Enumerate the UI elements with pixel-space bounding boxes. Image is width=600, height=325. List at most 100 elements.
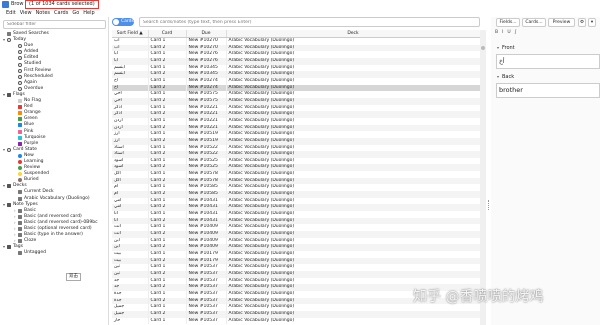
table-row[interactable]: تين Card 1 New #10537 Arabic Vocabulary (Du… — [112, 264, 480, 271]
table-row[interactable]: أبتسم Card 2 New #10345 Arabic Vocabulary (… — [112, 71, 480, 78]
table-cell: أبتسم — [112, 71, 149, 78]
table-cell: New #10274 — [186, 77, 227, 85]
table-cell: New #10519 — [186, 131, 227, 138]
format-icon[interactable]: ʃ — [515, 30, 517, 36]
table-row[interactable]: جد Card 1 New #10537 Arabic Vocabulary (Duo… — [112, 277, 480, 285]
table-row[interactable]: أسود Card 2 New #10525 Arabic Vocabulary (D… — [112, 164, 480, 172]
table-row[interactable]: أبتسم Card 1 New #10345 Arabic Vocabulary (… — [112, 64, 480, 72]
sidebar-filter-input[interactable] — [3, 20, 106, 29]
gear-icon[interactable]: ⚙ — [578, 18, 586, 27]
table-cell: Card 1 — [148, 131, 187, 138]
column-due[interactable]: Due — [186, 30, 227, 38]
table-row[interactable]: أبا Card 2 New #10276 Arabic Vocabulary (Du… — [112, 57, 480, 65]
app-icon — [2, 1, 9, 8]
table-cell: أسود — [112, 164, 149, 172]
table-cell: New #10537 — [186, 284, 227, 291]
table-row[interactable]: أم Card 2 New #10585 Arabic Vocabulary (Duo… — [112, 191, 480, 198]
table-row[interactable]: أخي Card 1 New #10575 Arabic Vocabulary (Du… — [112, 91, 480, 98]
front-field-input[interactable]: أخ — [496, 54, 600, 69]
table-row[interactable]: أنا Card 1 New #10431 Arabic Vocabulary (Du… — [112, 211, 480, 218]
table-row[interactable]: أنا Card 2 New #10431 Arabic Vocabulary (Du… — [112, 217, 480, 225]
table-cell: New #10578 — [186, 171, 227, 178]
table-row[interactable]: أسود Card 1 New #10525 Arabic Vocabulary (D… — [112, 157, 480, 165]
menu-edit[interactable]: Edit — [6, 9, 16, 17]
menu-bar: Edit View Notes Cards Go Help — [0, 9, 600, 17]
menu-cards[interactable]: Cards — [54, 9, 68, 17]
table-row[interactable]: أنت Card 2 New #10409 Arabic Vocabulary (Du… — [112, 231, 480, 238]
table-cell: Arabic Vocabulary (Duolingo) — [226, 217, 480, 225]
table-row[interactable]: جميل Card 2 New #10537 Arabic Vocabulary (D… — [112, 310, 480, 318]
table-row[interactable]: بيت Card 1 New #10179 Arabic Vocabulary (Du… — [112, 251, 480, 258]
table-cell: Arabic Vocabulary (Duolingo) — [226, 264, 480, 271]
table-row[interactable]: أخ Card 1 New #10274 Arabic Vocabulary (Duo… — [112, 77, 480, 85]
column-sort-field[interactable]: Sort Field ▲ — [112, 30, 149, 38]
table-row[interactable]: أذكر Card 2 New #10221 Arabic Vocabulary (D… — [112, 111, 480, 118]
table-cell: Card 2 — [148, 191, 187, 198]
pane-splitter-handle[interactable] — [488, 200, 490, 210]
search-input[interactable] — [139, 17, 480, 27]
menu-go[interactable]: Go — [72, 9, 79, 17]
table-scrollbar-thumb[interactable] — [481, 46, 485, 50]
table-row[interactable]: أستاذ Card 2 New #10522 Arabic Vocabulary (… — [112, 151, 480, 158]
menu-notes[interactable]: Notes — [36, 9, 50, 17]
table-row[interactable]: أب Card 1 New #10270 Arabic Vocabulary (Duo… — [112, 37, 480, 45]
table-cell: New #10409 — [186, 231, 227, 238]
table-row[interactable]: أذكر Card 1 New #10221 Arabic Vocabulary (D… — [112, 104, 480, 112]
column-card[interactable]: Card — [148, 30, 187, 38]
table-row[interactable]: تين Card 2 New #10537 Arabic Vocabulary (Du… — [112, 270, 480, 278]
table-cell: New #10179 — [186, 251, 227, 258]
table-cell: Arabic Vocabulary (Duolingo) — [226, 51, 480, 58]
back-field-input[interactable]: brother — [496, 83, 600, 98]
table-row[interactable]: بيت Card 2 New #10179 Arabic Vocabulary (Du… — [112, 257, 480, 265]
table-row[interactable]: أم Card 1 New #10585 Arabic Vocabulary (Duo… — [112, 184, 480, 192]
table-row[interactable]: أرز Card 1 New #10519 Arabic Vocabulary (Du… — [112, 131, 480, 138]
flag-icon — [7, 184, 11, 189]
table-cell: New #10431 — [186, 211, 227, 218]
table-cell: New #10409 — [186, 244, 227, 251]
table-row[interactable]: أب Card 2 New #10270 Arabic Vocabulary (Duo… — [112, 44, 480, 52]
table-row[interactable]: أمي Card 2 New #10431 Arabic Vocabulary (Du… — [112, 204, 480, 212]
table-row[interactable]: أردن Card 1 New #10221 Arabic Vocabulary (D… — [112, 117, 480, 125]
table-cell: أرز — [112, 131, 149, 138]
table-row[interactable]: أستاذ Card 1 New #10522 Arabic Vocabulary (… — [112, 144, 480, 152]
table-row[interactable]: أردن Card 2 New #10221 Arabic Vocabulary (D… — [112, 124, 480, 132]
table-row[interactable]: أين Card 1 New #10409 Arabic Vocabulary (Du… — [112, 237, 480, 245]
cards-notes-toggle[interactable]: Cards — [112, 18, 134, 26]
table-row[interactable]: أين Card 2 New #10409 Arabic Vocabulary (Du… — [112, 244, 480, 251]
flag-icon — [18, 251, 22, 256]
table-row[interactable]: أكل Card 2 New #10578 Arabic Vocabulary (Du… — [112, 177, 480, 185]
menu-view[interactable]: View — [20, 9, 32, 17]
italic-icon[interactable]: I — [502, 30, 503, 36]
cards-button[interactable]: Cards... — [522, 18, 546, 27]
table-cell: New #10221 — [186, 111, 227, 118]
clock-icon — [18, 62, 22, 67]
table-row[interactable]: أبا Card 1 New #10276 Arabic Vocabulary (Du… — [112, 51, 480, 58]
table-cell: أردن — [112, 117, 149, 125]
preview-button[interactable]: Preview — [548, 18, 575, 27]
table-cell: أين — [112, 237, 149, 245]
table-scrollbar[interactable] — [480, 30, 486, 325]
table-cell: Arabic Vocabulary (Duolingo) — [226, 104, 480, 112]
table-cell: Arabic Vocabulary (Duolingo) — [226, 184, 480, 192]
table-row[interactable]: أخي Card 2 New #10575 Arabic Vocabulary (Du… — [112, 97, 480, 105]
table-row[interactable]: أرز Card 2 New #10519 Arabic Vocabulary (Du… — [112, 137, 480, 145]
table-cell: جدة — [112, 290, 149, 298]
table-row[interactable]: أنت Card 1 New #10409 Arabic Vocabulary (Du… — [112, 224, 480, 232]
table-row[interactable]: حار Card 1 New #10537 Arabic Vocabulary (Du… — [112, 317, 480, 325]
clock-icon — [18, 50, 22, 55]
table-cell: Card 2 — [148, 244, 187, 251]
table-row[interactable]: أخ Card 2 New #10274 Arabic Vocabulary (Duo… — [112, 84, 480, 92]
fields-button[interactable]: Fields... — [496, 18, 520, 27]
column-deck[interactable]: Deck — [226, 30, 480, 38]
table-cell: New #10537 — [186, 310, 227, 318]
chevron-down-icon[interactable]: ▾ — [588, 18, 596, 27]
menu-help[interactable]: Help — [83, 9, 94, 17]
bold-icon[interactable]: B — [495, 30, 498, 36]
sidebar-item[interactable]: Untagged — [0, 250, 109, 256]
underline-icon[interactable]: U — [507, 30, 510, 36]
table-row[interactable]: أكل Card 1 New #10578 Arabic Vocabulary (Du… — [112, 171, 480, 178]
table-cell: Arabic Vocabulary (Duolingo) — [226, 257, 480, 265]
table-cell: بيت — [112, 251, 149, 258]
table-row[interactable]: أمي Card 1 New #10431 Arabic Vocabulary (Du… — [112, 197, 480, 205]
sidebar-tree: Saved Searches ▾ Today Due Added Edited Studie… — [0, 31, 109, 256]
